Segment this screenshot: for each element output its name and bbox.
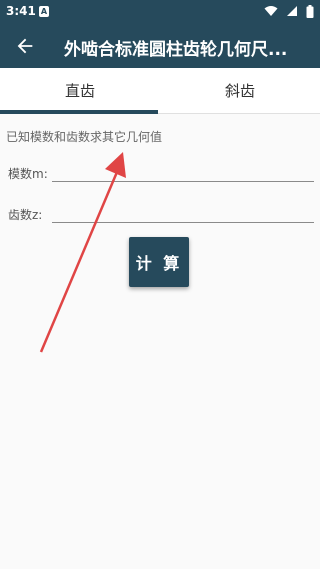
app-bar: 外啮合标准圆柱齿轮几何尺...	[0, 24, 320, 68]
calculate-button[interactable]: 计 算	[129, 237, 189, 287]
status-time: 3:41	[6, 4, 36, 18]
app-title: 外啮合标准圆柱齿轮几何尺...	[64, 40, 288, 60]
status-icons	[261, 5, 314, 19]
arrow-left-icon[interactable]	[14, 35, 36, 57]
form-hint: 已知模数和齿数求其它几何值	[6, 130, 163, 144]
tab-bar: 直齿 斜齿	[0, 68, 320, 114]
signal-icon	[286, 6, 297, 16]
battery-icon	[306, 5, 314, 18]
tab-helical-teeth[interactable]: 斜齿	[160, 68, 320, 114]
app-screen: 3:41 A 外啮合标准圆柱齿轮几何尺... 直齿 斜齿 已知模数和齿数求其它几…	[0, 0, 320, 569]
tab-straight-teeth[interactable]: 直齿	[0, 68, 160, 114]
wifi-icon	[264, 6, 278, 16]
module-label: 模数m:	[8, 167, 48, 181]
module-input[interactable]	[52, 160, 314, 182]
tab-indicator	[0, 110, 158, 114]
teeth-count-label: 齿数z:	[8, 208, 43, 222]
status-bar: 3:41 A	[0, 0, 320, 24]
teeth-count-input[interactable]	[52, 201, 314, 223]
notification-icon: A	[39, 6, 49, 17]
